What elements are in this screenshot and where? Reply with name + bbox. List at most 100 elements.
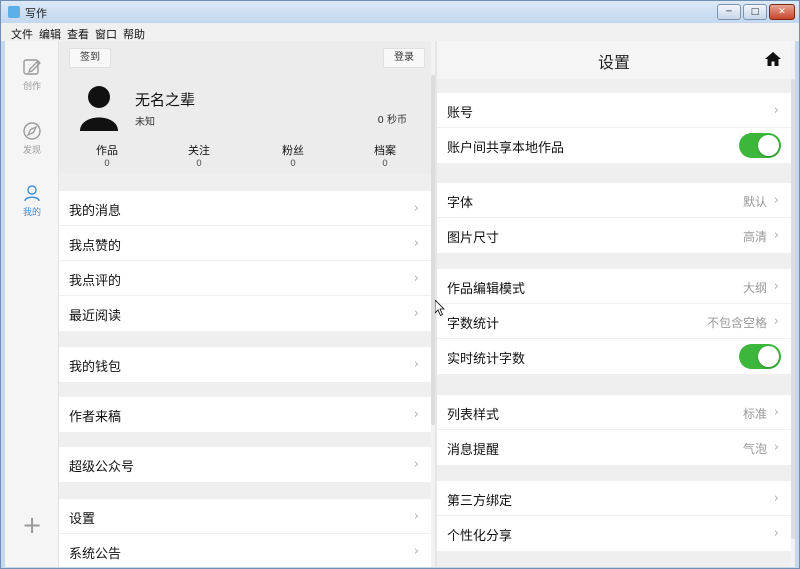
row-value: 高清: [742, 230, 767, 244]
row-value: 标准: [742, 407, 767, 421]
user-icon: [24, 185, 40, 202]
chevron-right-icon: ›: [413, 457, 419, 472]
list-item-settings[interactable]: 设置 ›: [59, 499, 431, 534]
settings-group-display: 字体 默认 › 图片尺寸 高清 ›: [437, 183, 791, 253]
menu-file[interactable]: 文件: [11, 26, 33, 42]
profile-panel: 签到 登录 无名之辈 未知 0 秒币 作品 0 关注 0 粉丝 0 档案 0 我…: [59, 41, 431, 567]
chevron-right-icon: ›: [413, 544, 419, 559]
profile-card: 签到 登录 无名之辈 未知 0 秒币 作品 0 关注 0 粉丝 0 档案 0: [59, 41, 431, 173]
stat-archive[interactable]: 档案 0: [355, 142, 415, 169]
row-label: 账户间共享本地作品: [447, 141, 565, 156]
menu-edit[interactable]: 编辑: [39, 26, 61, 42]
menu-window[interactable]: 窗口: [95, 26, 117, 42]
setting-font[interactable]: 字体 默认 ›: [437, 183, 791, 218]
minimize-button[interactable]: ─: [717, 4, 741, 20]
setting-account[interactable]: 账号 ›: [437, 93, 791, 128]
home-icon[interactable]: [765, 52, 781, 66]
login-button[interactable]: 登录: [383, 48, 425, 68]
setting-edit-mode[interactable]: 作品编辑模式 大纲 ›: [437, 269, 791, 304]
rail-label-create: 创作: [22, 82, 41, 92]
list-item-reviewed[interactable]: 我点评的 ›: [59, 261, 431, 296]
rail-item-discover[interactable]: 发现: [5, 121, 59, 165]
row-label: 作者来稿: [69, 410, 122, 425]
list-item-wallet[interactable]: 我的钱包 ›: [59, 347, 431, 382]
settings-group-editing: 作品编辑模式 大纲 › 字数统计 不包含空格 › 实时统计字数: [437, 269, 791, 374]
settings-panel: 设置 账号 › 账户间共享本地作品 字体 默认 › 图片尺寸 高清 › 作品编辑…: [437, 41, 791, 567]
chevron-right-icon: ›: [773, 491, 779, 506]
stat-value: 0: [104, 159, 110, 169]
list-item-super-public-account[interactable]: 超级公众号 ›: [59, 447, 431, 482]
row-label: 作品编辑模式: [447, 282, 526, 297]
row-label: 系统公告: [69, 547, 122, 562]
chevron-right-icon: ›: [773, 405, 779, 420]
row-label: 我的消息: [69, 204, 122, 219]
stat-following[interactable]: 关注 0: [169, 142, 229, 169]
row-label: 我点赞的: [69, 239, 122, 254]
row-label: 列表样式: [447, 408, 500, 423]
setting-word-count[interactable]: 字数统计 不包含空格 ›: [437, 304, 791, 339]
window-title: 写作: [25, 7, 47, 20]
live-word-count-toggle[interactable]: [739, 344, 781, 369]
app-client: 创作 发现 我的 + 签到 登录 无名之辈 未知 0 秒币 作品 0 关注 0 …: [5, 41, 795, 567]
rail-label-discover: 发现: [22, 146, 41, 156]
setting-personalized-share[interactable]: 个性化分享 ›: [437, 516, 791, 551]
stat-value: 0: [290, 159, 296, 169]
stat-value: 0: [196, 159, 202, 169]
settings-title: 设置: [597, 53, 630, 72]
settings-group-sharing: 第三方绑定 › 个性化分享 ›: [437, 481, 791, 551]
toggle-knob: [758, 135, 779, 156]
row-label: 个性化分享: [447, 529, 513, 544]
setting-third-party-binding[interactable]: 第三方绑定 ›: [437, 481, 791, 516]
list-item-announcements[interactable]: 系统公告 ›: [59, 534, 431, 567]
compass-icon: [23, 122, 41, 140]
row-label: 实时统计字数: [447, 352, 526, 367]
signin-button[interactable]: 签到: [69, 48, 111, 68]
maximize-button[interactable]: □: [743, 4, 767, 20]
row-label: 我的钱包: [69, 360, 122, 375]
list-group-submissions: 作者来稿 ›: [59, 397, 431, 432]
list-item-author-submissions[interactable]: 作者来稿 ›: [59, 397, 431, 432]
list-item-liked[interactable]: 我点赞的 ›: [59, 226, 431, 261]
rail-item-create[interactable]: 创作: [5, 57, 59, 101]
share-works-toggle[interactable]: [739, 133, 781, 158]
chevron-right-icon: ›: [413, 407, 419, 422]
menu-help[interactable]: 帮助: [123, 26, 145, 42]
chevron-right-icon: ›: [773, 193, 779, 208]
settings-header: 设置: [437, 41, 791, 79]
stat-followers[interactable]: 粉丝 0: [263, 142, 323, 169]
title-bar[interactable]: 写作 ─ □ ✕: [1, 1, 799, 23]
setting-list-style[interactable]: 列表样式 标准 ›: [437, 395, 791, 430]
right-scrollbar[interactable]: [791, 79, 795, 539]
row-label: 我点评的: [69, 274, 122, 289]
setting-image-size[interactable]: 图片尺寸 高清 ›: [437, 218, 791, 253]
chevron-right-icon: ›: [773, 314, 779, 329]
rail-item-mine[interactable]: 我的: [5, 183, 59, 227]
list-group-activity: 我的消息 › 我点赞的 › 我点评的 › 最近阅读 ›: [59, 191, 431, 331]
mouse-cursor-icon: [435, 300, 445, 316]
username: 无名之辈: [135, 91, 196, 109]
row-value: 大纲: [742, 281, 767, 295]
row-label: 设置: [69, 512, 96, 527]
list-item-messages[interactable]: 我的消息 ›: [59, 191, 431, 226]
edit-icon: [23, 59, 41, 75]
list-group-system: 设置 › 系统公告 ›: [59, 499, 431, 567]
chevron-right-icon: ›: [413, 236, 419, 251]
stat-works[interactable]: 作品 0: [77, 142, 137, 169]
row-value: 默认: [742, 195, 767, 209]
add-button[interactable]: +: [5, 511, 59, 539]
chevron-right-icon: ›: [773, 103, 779, 118]
chevron-right-icon: ›: [773, 228, 779, 243]
setting-notifications[interactable]: 消息提醒 气泡 ›: [437, 430, 791, 465]
stat-label: 关注: [188, 144, 210, 157]
close-button[interactable]: ✕: [769, 4, 795, 20]
list-item-recent-reading[interactable]: 最近阅读 ›: [59, 296, 431, 331]
row-label: 账号: [447, 106, 474, 121]
stat-label: 粉丝: [282, 144, 304, 157]
avatar-icon[interactable]: [79, 85, 119, 131]
row-label: 超级公众号: [69, 460, 135, 475]
stat-label: 档案: [374, 144, 396, 157]
stat-value: 0: [382, 159, 388, 169]
menu-view[interactable]: 查看: [67, 26, 89, 42]
row-label: 消息提醒: [447, 443, 500, 458]
row-value: 不包含空格: [706, 316, 767, 330]
